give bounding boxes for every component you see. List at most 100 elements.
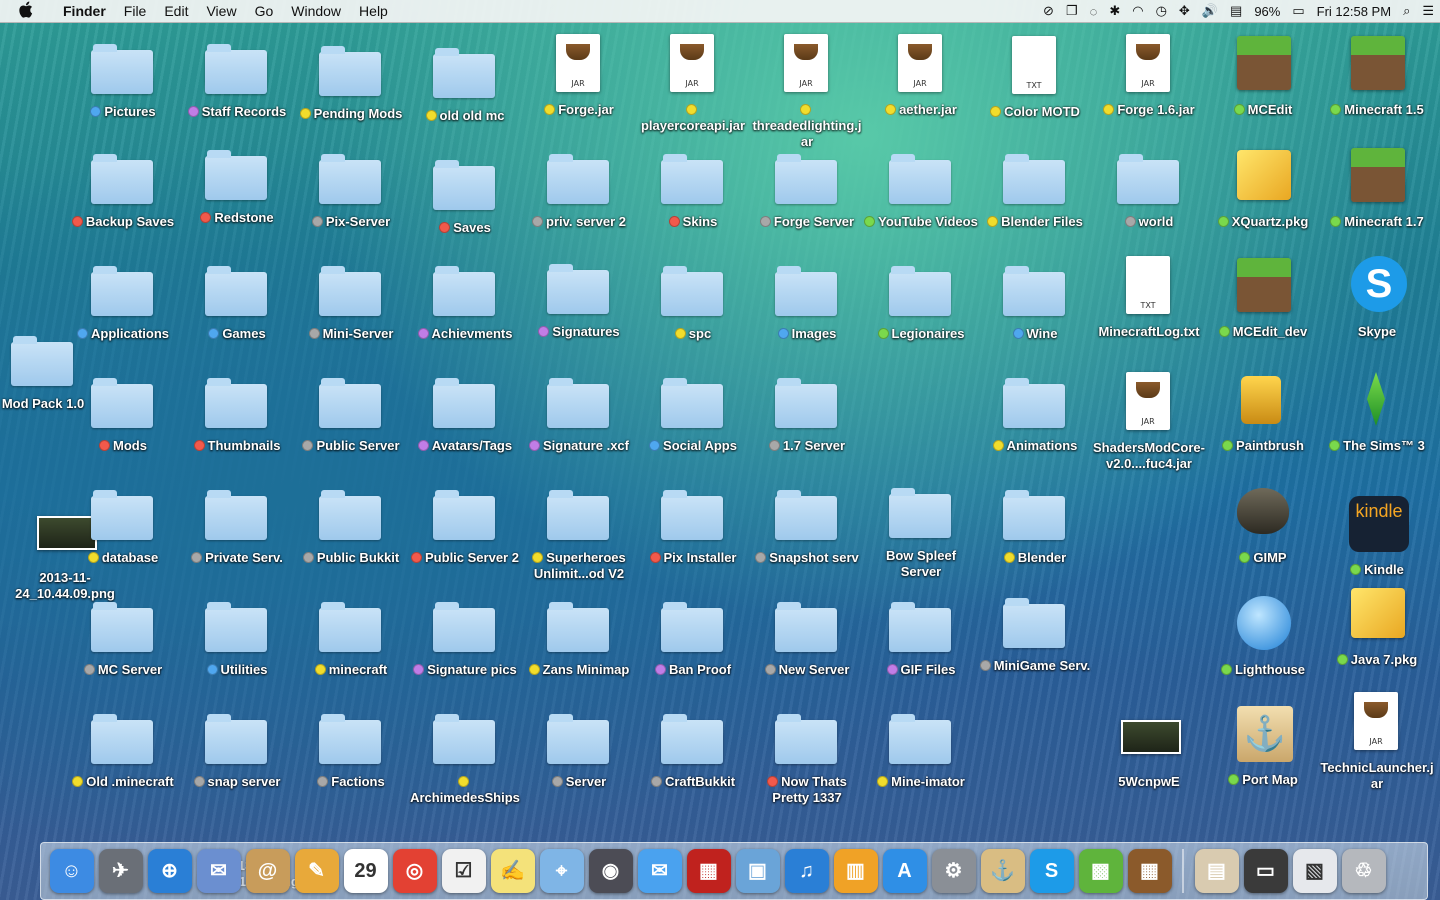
dock-trash-icon[interactable]: ♲	[1341, 849, 1386, 893]
dock-launchpad-icon[interactable]: ✈	[98, 849, 143, 893]
desktop-item-saves[interactable]: Saves	[408, 152, 522, 237]
dock-maps-icon[interactable]: ⌖	[539, 849, 584, 893]
bluetooth-icon[interactable]: ✱	[1109, 3, 1120, 19]
desktop-item-snapshot-serv[interactable]: Snapshot serv	[750, 482, 864, 567]
desktop-item-signature-pics[interactable]: Signature pics	[408, 594, 522, 679]
desktop-item-legionaires[interactable]: Legionaires	[864, 258, 978, 343]
desktop-item-kindle[interactable]: kindle Kindle	[1320, 494, 1434, 579]
dock-crafting-table-icon[interactable]: ▦	[1127, 849, 1172, 893]
desktop-item-shadersmodcore-v2-0-fuc4-jar[interactable]: JAR ShadersModCore-v2.0....fuc4.jar	[1092, 372, 1206, 473]
desktop-item-superheroes-unlimit-od-v2[interactable]: Superheroes Unlimit...od V2	[522, 482, 636, 583]
dock-port-map-icon[interactable]: ⚓	[980, 849, 1025, 893]
desktop-item-zans-minimap[interactable]: Zans Minimap	[522, 594, 636, 679]
desktop-item-world[interactable]: world	[1092, 146, 1206, 231]
desktop-item-gimp[interactable]: GIMP	[1206, 482, 1320, 567]
menu-help[interactable]: Help	[350, 3, 397, 19]
desktop-item-signatures[interactable]: Signatures	[522, 256, 636, 341]
dock-mail-eagle-icon[interactable]: ✉	[196, 849, 241, 893]
desktop-item-5wcnpwe[interactable]: 5WcnpwE	[1092, 706, 1206, 791]
dock-itunes-icon[interactable]: ♫	[784, 849, 829, 893]
clock-text[interactable]: Fri 12:58 PM	[1317, 4, 1391, 19]
airplay-icon[interactable]: ✥	[1179, 3, 1190, 19]
desktop-item-mcedit[interactable]: MCEdit	[1206, 34, 1320, 119]
desktop-item-redstone[interactable]: Redstone	[180, 142, 294, 227]
desktop-item-avatars-tags[interactable]: Avatars/Tags	[408, 370, 522, 455]
sync-icon[interactable]: ◌	[1090, 4, 1098, 19]
desktop-item-mcedit-dev[interactable]: MCEdit_dev	[1206, 256, 1320, 341]
desktop-item-private-serv[interactable]: Private Serv.	[180, 482, 294, 567]
desktop-item-new-server[interactable]: New Server	[750, 594, 864, 679]
desktop-item-backup-saves[interactable]: Backup Saves	[66, 146, 180, 231]
desktop-item-pix-installer[interactable]: Pix Installer	[636, 482, 750, 567]
desktop-item-factions[interactable]: Factions	[294, 706, 408, 791]
desktop-item-games[interactable]: Games	[180, 258, 294, 343]
desktop-item-youtube-videos[interactable]: YouTube Videos	[864, 146, 978, 231]
dock-photo-booth-icon[interactable]: ▦	[686, 849, 731, 893]
desktop-item-paintbrush[interactable]: Paintbrush	[1206, 370, 1320, 455]
desktop-item-skype[interactable]: S Skype	[1320, 256, 1434, 341]
desktop-item-database[interactable]: database	[66, 482, 180, 567]
desktop-item-mods[interactable]: Mods	[66, 370, 180, 455]
desktop-item-achievments[interactable]: Achievments	[408, 258, 522, 343]
desktop-item-forge-jar[interactable]: JAR Forge.jar	[522, 34, 636, 119]
wifi-icon[interactable]: ◠	[1132, 3, 1143, 19]
battery-icon[interactable]: ▭	[1292, 3, 1304, 19]
dock-minecraft-icon[interactable]: ▩	[1078, 849, 1123, 893]
menu-window[interactable]: Window	[282, 3, 350, 19]
desktop-item-public-bukkit[interactable]: Public Bukkit	[294, 482, 408, 567]
notification-center-icon[interactable]: ☰	[1422, 3, 1434, 19]
menu-file[interactable]: File	[115, 3, 156, 19]
desktop-item-minecraft-1-7[interactable]: Minecraft 1.7	[1320, 146, 1434, 231]
desktop-item-archimedesships[interactable]: ArchimedesShips	[408, 706, 522, 807]
desktop-item-techniclauncher-jar[interactable]: JAR TechnicLauncher.jar	[1320, 692, 1434, 793]
desktop-item-threadedlighting-jar[interactable]: JAR threadedlighting.jar	[750, 34, 864, 151]
dock-downloads-stack-icon[interactable]: ▤	[1194, 849, 1239, 893]
desktop-item-color-motd[interactable]: TXT Color MOTD	[978, 36, 1092, 121]
spotlight-icon[interactable]: ⌕	[1403, 3, 1410, 19]
desktop-item-blender-files[interactable]: Blender Files	[978, 146, 1092, 231]
dock-skype-icon[interactable]: S	[1029, 849, 1074, 893]
dock-chrome-icon[interactable]: ◎	[392, 849, 437, 893]
desktop-item-old-old-mc[interactable]: old old mc	[408, 40, 522, 125]
dock-contacts-icon[interactable]: @	[245, 849, 290, 893]
apple-menu-icon[interactable]	[18, 1, 38, 22]
desktop-item-priv-server-2[interactable]: priv. server 2	[522, 146, 636, 231]
menu-finder[interactable]: Finder	[54, 3, 115, 19]
desktop-item-lighthouse[interactable]: Lighthouse	[1206, 594, 1320, 679]
dropbox-icon[interactable]: ❐	[1066, 3, 1078, 19]
desktop-item-mini-server[interactable]: Mini-Server	[294, 258, 408, 343]
dock-messages-icon[interactable]: ✉	[637, 849, 682, 893]
menu-view[interactable]: View	[197, 3, 245, 19]
dock-ibooks-icon[interactable]: ▥	[833, 849, 878, 893]
desktop-item-forge-1-6-jar[interactable]: JAR Forge 1.6.jar	[1092, 34, 1206, 119]
clock-icon[interactable]: ◷	[1156, 3, 1167, 19]
desktop-item-ban-proof[interactable]: Ban Proof	[636, 594, 750, 679]
dock-safari-icon[interactable]: ⊕	[147, 849, 192, 893]
desktop-item-spc[interactable]: spc	[636, 258, 750, 343]
desktop-item-utilities[interactable]: Utilities	[180, 594, 294, 679]
desktop-item-playercoreapi-jar[interactable]: JAR playercoreapi.jar	[636, 34, 750, 135]
desktop-item-xquartz-pkg[interactable]: XQuartz.pkg	[1206, 146, 1320, 231]
desktop-item-java-7-pkg[interactable]: Java 7.pkg	[1320, 584, 1434, 669]
desktop-item-public-server[interactable]: Public Server	[294, 370, 408, 455]
desktop-item-aether-jar[interactable]: JAR aether.jar	[864, 34, 978, 119]
desktop-item-port-map[interactable]: ⚓ Port Map	[1206, 704, 1320, 789]
desktop-item-snap-server[interactable]: snap server	[180, 706, 294, 791]
desktop-item-now-thats-pretty-1337[interactable]: Now Thats Pretty 1337	[750, 706, 864, 807]
volume-icon[interactable]: 🔊	[1202, 3, 1218, 19]
desktop-item-1-7-server[interactable]: 1.7 Server	[750, 370, 864, 455]
desktop-item-the-sims-3[interactable]: The Sims™ 3	[1320, 370, 1434, 455]
dock-pages-icon[interactable]: ✎	[294, 849, 339, 893]
dock-screenshots-stack-icon[interactable]: ▧	[1292, 849, 1337, 893]
dock-documents-stack-icon[interactable]: ▭	[1243, 849, 1288, 893]
desktop-item-forge-server[interactable]: Forge Server	[750, 146, 864, 231]
desktop-item-gif-files[interactable]: GIF Files	[864, 594, 978, 679]
desktop-item-old-minecraft[interactable]: Old .minecraft	[66, 706, 180, 791]
desktop-item-thumbnails[interactable]: Thumbnails	[180, 370, 294, 455]
battery-percent[interactable]: 96%	[1254, 4, 1280, 19]
time-machine-icon[interactable]: ⊘	[1043, 3, 1054, 19]
dock-app-store-icon[interactable]: A	[882, 849, 927, 893]
desktop-item-minecraft[interactable]: minecraft	[294, 594, 408, 679]
desktop-item-mine-imator[interactable]: Mine-imator	[864, 706, 978, 791]
desktop-item-craftbukkit[interactable]: CraftBukkit	[636, 706, 750, 791]
